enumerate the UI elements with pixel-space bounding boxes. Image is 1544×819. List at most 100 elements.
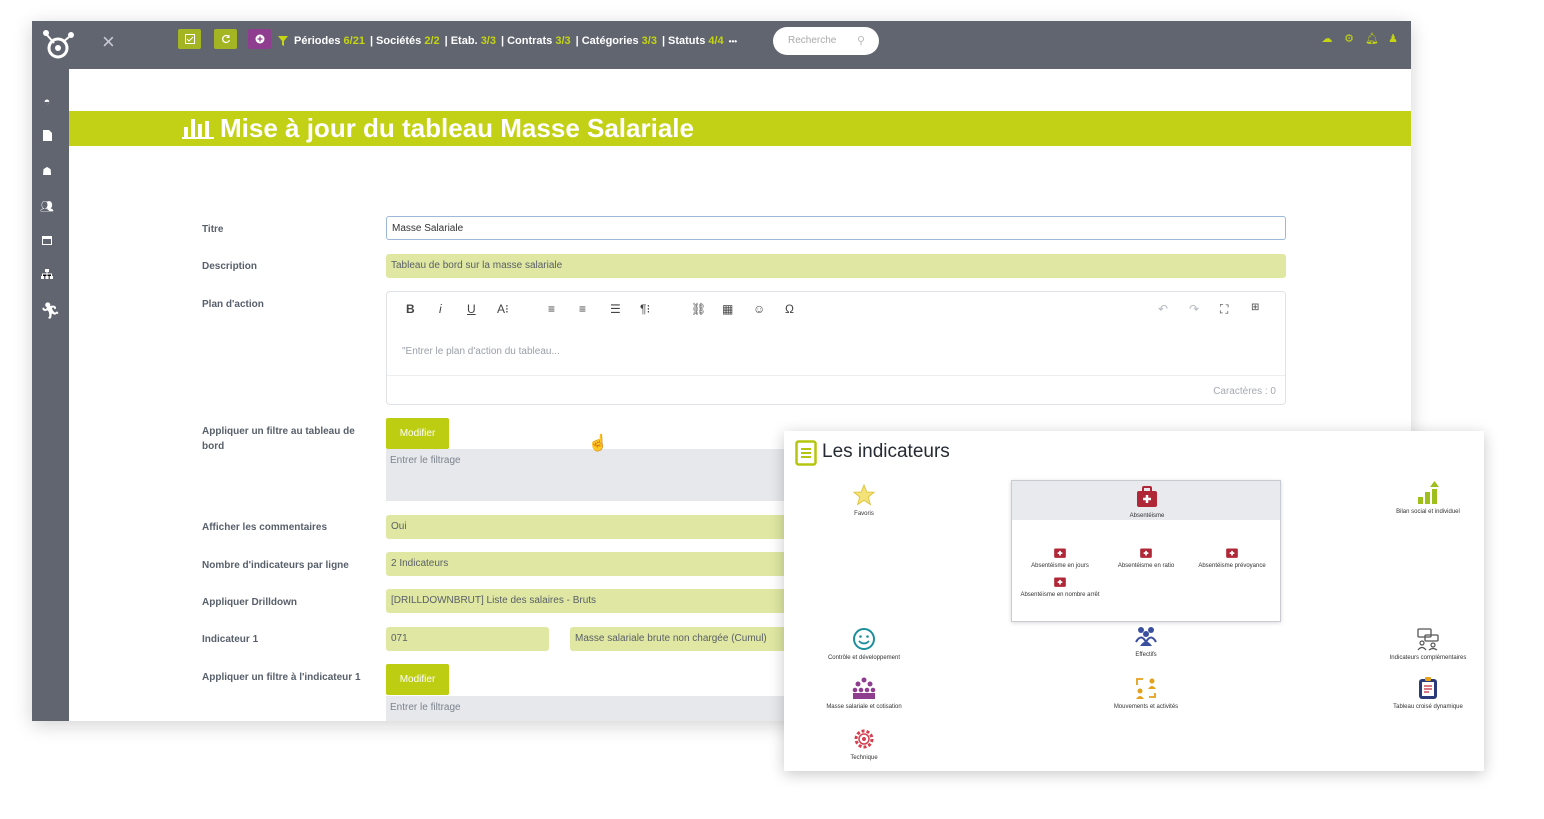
undo-icon[interactable]: ↶ bbox=[1158, 302, 1168, 316]
description-input[interactable]: Tableau de bord sur la masse salariale bbox=[386, 254, 1286, 278]
bell-icon[interactable]: 🔔︎ bbox=[1365, 33, 1379, 45]
sub-indicator-ratio[interactable]: Absentéisme en ratio bbox=[1106, 545, 1186, 570]
indicator-label: Bilan social et individuel bbox=[1396, 509, 1460, 515]
paragraph-icon[interactable]: ¶⁝ bbox=[640, 302, 650, 316]
search-input[interactable]: Recherche ⚲ bbox=[773, 27, 879, 55]
document-icon[interactable] bbox=[40, 130, 54, 144]
nb-indicateurs-label: Nombre d'indicateurs par ligne bbox=[202, 560, 349, 571]
link-icon[interactable]: ⛓ bbox=[691, 302, 706, 316]
search-icon: ⚲ bbox=[856, 35, 865, 47]
user-icon[interactable]: ♟ bbox=[1387, 33, 1399, 45]
indicator-label: Tableau croisé dynamique bbox=[1393, 704, 1463, 710]
checklist-icon[interactable] bbox=[178, 29, 201, 49]
indicators-panel: Les indicateurs Favoris Absentéisme Abse… bbox=[784, 431, 1484, 771]
app-logo[interactable] bbox=[38, 25, 78, 65]
special-char-icon[interactable]: Ω bbox=[785, 302, 794, 316]
indicator-label: Absentéisme bbox=[1129, 513, 1165, 519]
indicator-label: Mouvements et activités bbox=[1113, 704, 1179, 710]
medical-kit-icon bbox=[1137, 486, 1157, 507]
align-center-icon[interactable]: ≡ bbox=[579, 302, 586, 316]
close-icon[interactable]: × bbox=[102, 31, 115, 53]
sub-indicator-prevoyance[interactable]: Absentéisme prévoyance bbox=[1192, 545, 1272, 570]
indicator-tableau-croise[interactable]: Tableau croisé dynamique bbox=[1348, 676, 1508, 711]
medical-kit-icon bbox=[1054, 548, 1066, 558]
modifier-ind1-button[interactable]: Modifier bbox=[386, 664, 449, 695]
underline-icon[interactable]: U bbox=[467, 302, 476, 316]
bold-icon[interactable]: B bbox=[406, 302, 415, 316]
emoji-icon[interactable]: ☺ bbox=[753, 302, 765, 316]
sub-indicator-jours[interactable]: Absentéisme en jours bbox=[1020, 545, 1100, 570]
runner-icon[interactable]: 🏃︎ bbox=[40, 304, 60, 320]
pointer-cursor-icon: ☝ bbox=[588, 435, 608, 452]
sub-indicator-label: Absentéisme en jours bbox=[1031, 563, 1089, 569]
filtre-ind1-label: Appliquer un filtre à l'indicateur 1 bbox=[202, 672, 361, 683]
filter-etab[interactable]: Etab. 3/3 bbox=[451, 35, 496, 47]
drilldown-label: Appliquer Drilldown bbox=[202, 597, 297, 608]
sub-indicator-label: Absentéisme en nombre arrêt bbox=[1020, 592, 1100, 598]
gear-icon bbox=[854, 729, 874, 749]
font-size-icon[interactable]: A⁝ bbox=[497, 302, 509, 316]
add-circle-icon[interactable] bbox=[248, 29, 271, 49]
gear-icon[interactable]: ⚙ bbox=[1343, 33, 1355, 45]
titre-input[interactable]: Masse Salariale bbox=[386, 216, 1286, 240]
filter-statuts[interactable]: Statuts 4/4 bbox=[668, 35, 724, 47]
crowd-icon bbox=[852, 677, 876, 699]
list-icon[interactable]: ☰ bbox=[610, 302, 621, 316]
refresh-icon[interactable] bbox=[214, 29, 237, 49]
indicator-controle[interactable]: Contrôle et développement bbox=[784, 627, 944, 662]
funnel-icon bbox=[278, 36, 288, 46]
star-icon bbox=[852, 483, 876, 506]
sub-indicator-nombre[interactable]: Absentéisme en nombre arrêt bbox=[1020, 574, 1100, 599]
indicator-absenteisme[interactable]: Absentéisme bbox=[1067, 485, 1227, 520]
clipboard-icon bbox=[1419, 677, 1437, 699]
top-right-icons: ☁ ⚙ 🔔︎ ♟ bbox=[1321, 33, 1399, 45]
description-label: Description bbox=[202, 261, 258, 272]
filter-contrats[interactable]: Contrats 3/3 bbox=[507, 35, 571, 47]
filter-categories[interactable]: Catégories 3/3 bbox=[582, 35, 657, 47]
indicator-mouvements[interactable]: Mouvements et activités bbox=[1066, 676, 1226, 711]
graduation-icon[interactable]: ☗ bbox=[40, 165, 54, 179]
indicator-technique[interactable]: Technique bbox=[784, 727, 944, 762]
indicator-label: Favoris bbox=[854, 511, 874, 517]
indicator-complementaires[interactable]: Indicateurs complémentaires bbox=[1348, 627, 1508, 662]
filter-periodes[interactable]: Périodes 6/21 bbox=[294, 35, 365, 47]
redo-icon[interactable]: ↷ bbox=[1189, 302, 1199, 316]
cloud-upload-icon[interactable]: ☁ bbox=[1321, 33, 1333, 45]
sub-indicator-label: Absentéisme en ratio bbox=[1117, 563, 1175, 569]
team-icon bbox=[1135, 627, 1157, 646]
filtre-label: Appliquer un filtre au tableau de bord bbox=[202, 426, 355, 452]
indicator-label: Effectifs bbox=[1135, 652, 1157, 658]
calendar-icon[interactable] bbox=[40, 235, 54, 249]
code-view-icon[interactable]: ⊞ bbox=[1251, 302, 1259, 313]
filter-summary: Périodes 6/21 | Sociétés 2/2 | Etab. 3/3… bbox=[278, 33, 742, 49]
indicateur1-code[interactable]: 071 bbox=[386, 627, 549, 651]
smiley-icon bbox=[853, 628, 875, 650]
indicator-favoris[interactable]: Favoris bbox=[784, 483, 944, 518]
fullscreen-icon[interactable]: ⛶ bbox=[1220, 302, 1228, 317]
indicator-label: Contrôle et développement bbox=[827, 655, 901, 661]
align-left-icon[interactable]: ≡ bbox=[548, 302, 555, 316]
table-icon[interactable]: ▦ bbox=[722, 302, 733, 316]
org-chart-icon[interactable] bbox=[40, 269, 54, 283]
filter-societes[interactable]: Sociétés 2/2 bbox=[376, 35, 440, 47]
editor-toolbar: B i U A⁝ ≡ ≡ ☰ ¶⁝ ⛓ ▦ ☺ Ω ↶ ↷ ⛶ ⊞ bbox=[387, 292, 1285, 328]
modifier-button[interactable]: Modifier bbox=[386, 418, 449, 449]
complementary-icon bbox=[1417, 628, 1439, 651]
more-filters-icon[interactable]: ••• bbox=[729, 37, 737, 46]
title-banner: Mise à jour du tableau Masse Salariale bbox=[69, 111, 1411, 146]
panel-title: Les indicateurs bbox=[822, 441, 950, 462]
indicateur1-label: Indicateur 1 bbox=[202, 634, 259, 645]
sub-indicator-label: Absentéisme prévoyance bbox=[1198, 563, 1266, 569]
users-icon[interactable]: 👥︎ bbox=[40, 200, 54, 214]
growth-chart-icon bbox=[1418, 481, 1439, 504]
dashboard-icon[interactable]: ◓ bbox=[40, 95, 54, 109]
sidebar: ◓ ☗ 👥︎ 🏃︎ bbox=[32, 69, 69, 721]
plan-label: Plan d'action bbox=[202, 299, 264, 310]
movement-icon bbox=[1136, 678, 1156, 699]
indicator-effectifs[interactable]: Effectifs bbox=[1066, 624, 1226, 659]
indicator-masse[interactable]: Masse salariale et cotisation bbox=[784, 676, 944, 711]
plan-editor[interactable]: B i U A⁝ ≡ ≡ ☰ ¶⁝ ⛓ ▦ ☺ Ω ↶ ↷ ⛶ ⊞ "Entre… bbox=[386, 291, 1286, 405]
italic-icon[interactable]: i bbox=[439, 302, 442, 316]
indicator-bilan[interactable]: Bilan social et individuel bbox=[1348, 481, 1508, 516]
indicator-label: Masse salariale et cotisation bbox=[826, 704, 902, 710]
